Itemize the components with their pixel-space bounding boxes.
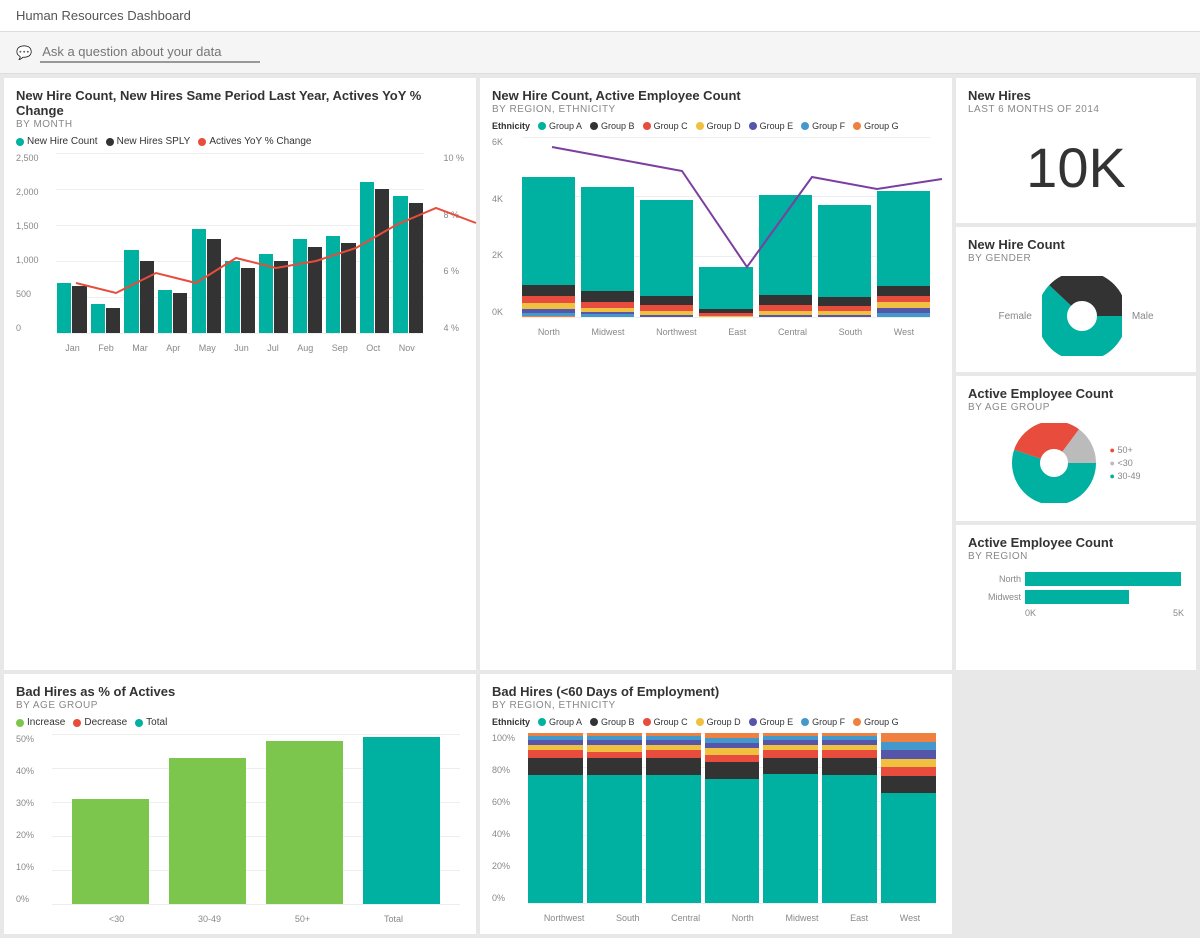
- gender-subtitle: BY GENDER: [968, 253, 1184, 264]
- gender-pie-card: New Hire Count BY GENDER Female Male: [956, 227, 1196, 372]
- bad-hires-count-title: Bad Hires (<60 Days of Employment): [492, 684, 940, 699]
- active-age-subtitle: BY AGE GROUP: [968, 402, 1184, 413]
- region-title: New Hire Count, Active Employee Count: [492, 88, 940, 103]
- y-axis-left: 2,5002,0001,5001,0005000: [16, 153, 39, 333]
- active-age-title: Active Employee Count: [968, 386, 1184, 401]
- dashboard: New Hire Count, New Hires Same Period La…: [0, 74, 1200, 938]
- ask-input[interactable]: [40, 42, 260, 63]
- new-hires-big-title: New Hires: [968, 88, 1184, 103]
- bad-hires-count-subtitle: BY REGION, ETHNICITY: [492, 700, 940, 711]
- x-axis: JanFebMarAprMayJunJulAugSepOctNov: [56, 343, 424, 353]
- y-axis-right: 10 %8 %6 %4 %: [443, 153, 464, 333]
- active-region-title: Active Employee Count: [968, 535, 1184, 550]
- bad-hires-pct-legend: Increase Decrease Total: [16, 717, 464, 728]
- main-bar-subtitle: BY MONTH: [16, 119, 464, 130]
- active-region-subtitle: BY REGION: [968, 551, 1184, 562]
- right-col: New Hires LAST 6 MONTHS OF 2014 10K New …: [956, 78, 1196, 670]
- yoy-line: [56, 153, 424, 333]
- legend-yoy: Actives YoY % Change: [198, 136, 311, 147]
- bad-hires-pct-card: Bad Hires as % of Actives BY AGE GROUP I…: [4, 674, 476, 934]
- ask-bar[interactable]: 💬: [0, 32, 1200, 74]
- gender-pie-svg: [1042, 276, 1122, 356]
- active-age-card: Active Employee Count BY AGE GROUP ● 50+…: [956, 376, 1196, 521]
- top-bar: Human Resources Dashboard: [0, 0, 1200, 32]
- legend-new-hire: New Hire Count: [16, 136, 98, 147]
- region-subtitle: BY REGION, ETHNICITY: [492, 104, 940, 115]
- bad-hires-count-legend: Ethnicity Group A Group B Group C Group …: [492, 717, 940, 727]
- bad-hires-pct-title: Bad Hires as % of Actives: [16, 684, 464, 699]
- region-legend: Ethnicity Group A Group B Group C Group …: [492, 121, 940, 131]
- new-hires-big-card: New Hires LAST 6 MONTHS OF 2014 10K: [956, 78, 1196, 223]
- app-title: Human Resources Dashboard: [16, 8, 191, 23]
- main-bar-card: New Hire Count, New Hires Same Period La…: [4, 78, 476, 670]
- bad-hires-pct-subtitle: BY AGE GROUP: [16, 700, 464, 711]
- main-bar-legend: New Hire Count New Hires SPLY Actives Yo…: [16, 136, 464, 147]
- legend-sply: New Hires SPLY: [106, 136, 191, 147]
- age-pie-svg: [1012, 423, 1102, 503]
- new-hires-big-subtitle: LAST 6 MONTHS OF 2014: [968, 104, 1184, 115]
- main-bar-title: New Hire Count, New Hires Same Period La…: [16, 88, 464, 118]
- main-bar-chart: 2,5002,0001,5001,0005000 10 %8 %6 %4 %: [16, 153, 464, 353]
- active-region-card: Active Employee Count BY REGION North Mi…: [956, 525, 1196, 670]
- bad-hires-count-card: Bad Hires (<60 Days of Employment) BY RE…: [480, 674, 952, 934]
- ask-icon: 💬: [16, 45, 32, 61]
- region-ethnicity-card: New Hire Count, Active Employee Count BY…: [480, 78, 952, 670]
- new-hires-big-value: 10K: [968, 121, 1184, 213]
- gender-title: New Hire Count: [968, 237, 1184, 252]
